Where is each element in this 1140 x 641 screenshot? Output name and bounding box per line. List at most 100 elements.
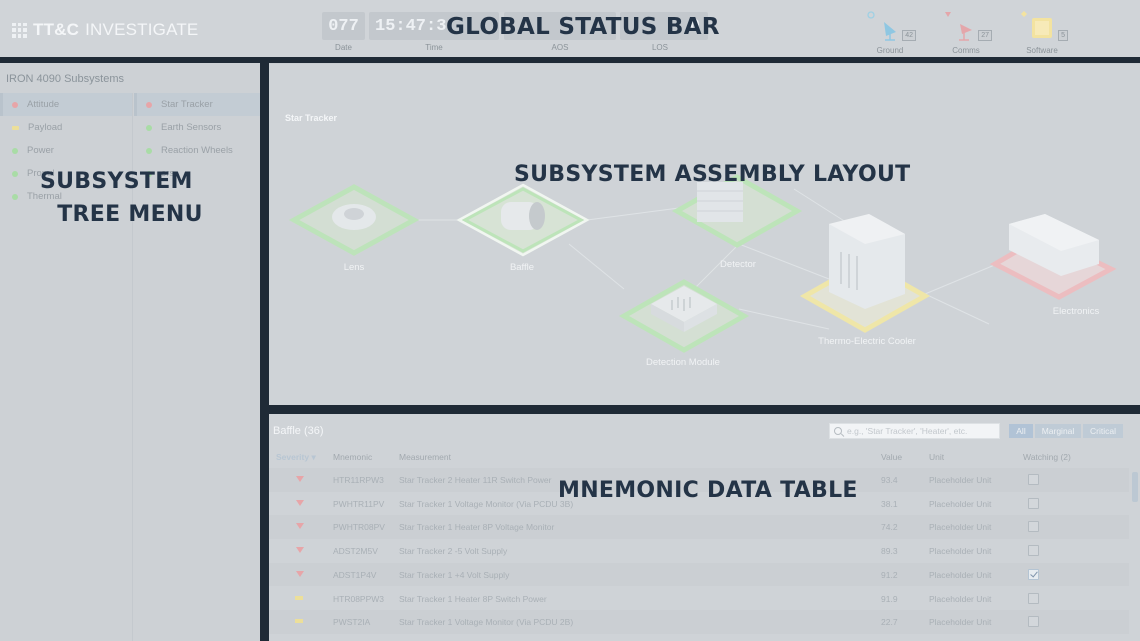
detection-module-node[interactable] <box>618 279 750 353</box>
software-status[interactable]: 5 Software <box>1012 10 1072 56</box>
watch-checkbox[interactable] <box>1028 474 1039 485</box>
satellite-dish-icon <box>867 11 896 41</box>
detection-module-label: Detection Module <box>646 357 720 368</box>
mnemonic-data-table: Baffle (36) All Marginal Critical Severi… <box>269 414 1140 641</box>
table-row[interactable]: PWST2IA Star Tracker 1 Voltage Monitor (… <box>269 610 1129 634</box>
nominal-status-icon <box>12 147 18 154</box>
sidebar-item-power[interactable]: Power <box>0 139 132 162</box>
unit-cell: Placeholder Unit <box>929 617 992 628</box>
mnemonic-cell: HTR08PPW3 <box>333 593 385 604</box>
table-scrollbar[interactable] <box>1132 472 1138 502</box>
aos-label: AOS <box>551 43 569 52</box>
watch-checkbox[interactable] <box>1028 521 1039 533</box>
ground-count: 42 <box>902 30 916 41</box>
nominal-status-icon <box>146 147 152 154</box>
app-logo[interactable]: TT&C INVESTIGATE <box>12 19 198 41</box>
tree-menu-annotation-line1: SUBSYSTEM <box>40 169 193 194</box>
watch-checkbox[interactable] <box>1028 616 1039 628</box>
marginal-severity-icon <box>295 595 303 600</box>
watch-checkbox[interactable] <box>1028 497 1039 509</box>
marginal-status-icon <box>12 125 19 130</box>
brand-light: INVESTIGATE <box>85 20 199 39</box>
table-row[interactable]: ADST2M5V Star Tracker 2 -5 Volt Supply 8… <box>269 539 1129 563</box>
critical-severity-icon <box>296 523 304 530</box>
lens-node[interactable] <box>288 184 420 256</box>
unit-cell: Placeholder Unit <box>929 593 992 604</box>
measurement-cell: Star Tracker 1 Voltage Monitor (Via PCDU… <box>399 617 574 628</box>
assembly-diagram <box>288 174 1117 353</box>
column-header-measurement[interactable]: Measurement <box>399 452 451 462</box>
subsystem-assembly-layout: Star Tracker Lens Baffle Detector Detect… <box>269 64 1140 405</box>
value-cell: 91.2 <box>881 569 898 580</box>
status-bar-annotation: GLOBAL STATUS BAR <box>446 14 720 40</box>
comms-count: 27 <box>978 30 992 41</box>
value-cell: 22.7 <box>881 617 898 628</box>
table-row[interactable]: ADST1P4V Star Tracker 1 +4 Volt Supply 9… <box>269 562 1129 587</box>
mnemonic-cell: PWHTR08PV <box>333 522 385 533</box>
baffle-node[interactable] <box>456 183 590 257</box>
column-header-watching[interactable]: Watching (2) <box>1023 452 1071 462</box>
unit-cell: Placeholder Unit <box>929 475 992 485</box>
ground-status[interactable]: 42 Ground <box>860 10 920 56</box>
nominal-status-icon <box>12 170 18 177</box>
search-field[interactable] <box>829 423 1000 439</box>
watch-checkbox-checked[interactable] <box>1028 568 1039 580</box>
unit-cell: Placeholder Unit <box>929 569 992 580</box>
assembly-layout-annotation: SUBSYSTEM ASSEMBLY LAYOUT <box>514 162 911 187</box>
critical-severity-icon <box>296 570 304 577</box>
measurement-cell: Star Tracker 2 Heater 11R Switch Power <box>399 475 552 485</box>
software-label: Software <box>1026 46 1058 55</box>
measurement-cell: Star Tracker 1 Heater 8P Voltage Monitor <box>399 522 555 533</box>
sidebar-item-reaction-wheels[interactable]: Reaction Wheels <box>134 139 260 162</box>
subsystem-tree-menu: IRON 4090 Subsystems Attitude Payload Po… <box>0 63 260 641</box>
measurement-cell: Star Tracker 1 +4 Volt Supply <box>399 569 510 580</box>
detector-node[interactable] <box>671 174 803 248</box>
time-label: Time <box>425 43 443 52</box>
brand-bold: TT&C <box>33 20 80 39</box>
cooler-label: Thermo-Electric Cooler <box>818 336 916 347</box>
table-row[interactable]: PWHTR08PV Star Tracker 1 Heater 8P Volta… <box>269 515 1129 540</box>
column-header-mnemonic[interactable]: Mnemonic <box>333 452 372 462</box>
sidebar-item-star-tracker[interactable]: Star Tracker <box>134 93 260 116</box>
filter-critical-button[interactable]: Critical <box>1083 424 1123 438</box>
sidebar-item-label: Attitude <box>27 99 60 110</box>
search-icon <box>834 427 842 435</box>
electronics-node[interactable] <box>989 214 1117 300</box>
measurement-cell: Star Tracker 2 -5 Volt Supply <box>399 546 508 557</box>
measurement-cell: Star Tracker 1 Heater 8P Switch Power <box>399 593 547 604</box>
unit-cell: Placeholder Unit <box>929 498 992 509</box>
table-row[interactable]: HTR08PPW3 Star Tracker 1 Heater 8P Switc… <box>269 587 1129 611</box>
column-header-severity[interactable]: Severity ▾ <box>276 452 316 463</box>
value-cell: 91.9 <box>881 593 898 604</box>
comms-label: Comms <box>952 46 980 55</box>
watch-checkbox[interactable] <box>1028 545 1039 557</box>
sidebar-item-label: Earth Sensors <box>161 122 222 133</box>
lens-label: Lens <box>343 262 365 273</box>
table-title: Baffle (36) <box>273 425 324 437</box>
search-input[interactable] <box>847 426 997 436</box>
mnemonic-cell: HTR11RPW3 <box>333 475 384 485</box>
antenna-icon <box>945 12 972 41</box>
filter-marginal-button[interactable]: Marginal <box>1035 424 1081 438</box>
critical-severity-icon <box>296 547 304 554</box>
sidebar-item-earth-sensors[interactable]: Earth Sensors <box>134 116 260 139</box>
sidebar-item-attitude[interactable]: Attitude <box>0 93 132 116</box>
nominal-status-icon <box>12 193 18 200</box>
software-count: 5 <box>1058 30 1068 41</box>
column-header-value[interactable]: Value <box>881 452 902 462</box>
comms-status[interactable]: 27 Comms <box>936 10 996 56</box>
mnemonic-cell: PWHTR11PV <box>333 498 385 509</box>
thermo-electric-cooler-node[interactable] <box>799 214 931 333</box>
chip-icon <box>1021 11 1052 38</box>
frame-divider <box>260 57 269 641</box>
critical-status-icon <box>146 101 152 108</box>
sidebar-item-payload[interactable]: Payload <box>0 116 132 139</box>
watch-checkbox[interactable] <box>1028 592 1039 604</box>
detector-label: Detector <box>720 259 756 270</box>
critical-severity-icon <box>296 499 304 506</box>
column-header-unit[interactable]: Unit <box>929 452 944 462</box>
los-label: LOS <box>651 43 668 52</box>
measurement-cell: Star Tracker 1 Voltage Monitor (Via PCDU… <box>399 498 574 509</box>
nominal-status-icon <box>146 124 152 131</box>
filter-all-button[interactable]: All <box>1009 424 1033 438</box>
